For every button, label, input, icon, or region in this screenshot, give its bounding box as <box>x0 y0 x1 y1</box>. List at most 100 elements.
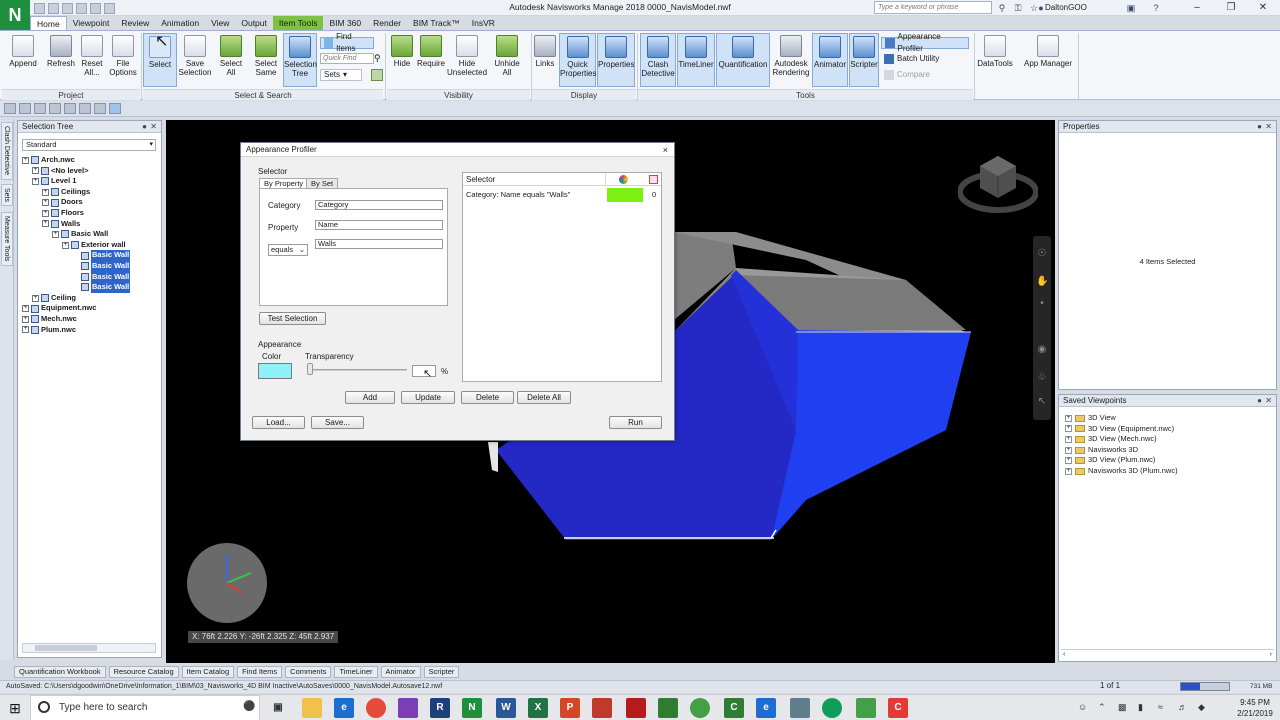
tree-item[interactable]: + Mech.nwc <box>22 314 158 325</box>
autodesk-rendering-button[interactable]: Autodesk Rendering <box>772 33 810 87</box>
animator-button[interactable]: Animator <box>812 33 848 87</box>
chrome-icon[interactable] <box>366 698 386 718</box>
people-icon[interactable]: ☺ <box>1078 702 1087 712</box>
manage-sets-icon[interactable] <box>371 69 383 81</box>
append-button[interactable]: Append <box>6 33 40 87</box>
file-options-button[interactable]: File Options <box>106 33 140 87</box>
expand-icon[interactable]: + <box>22 305 29 313</box>
tab-render[interactable]: Render <box>367 16 407 30</box>
minimize-button[interactable]: – <box>1180 0 1214 16</box>
expand-icon[interactable]: + <box>42 209 49 217</box>
test-selection-button[interactable]: Test Selection <box>259 312 326 325</box>
close-icon[interactable]: ✕ <box>1265 395 1272 407</box>
tree-item[interactable]: + Exterior wall <box>22 240 158 251</box>
save-button[interactable]: Save... <box>311 416 364 429</box>
transparency-slider[interactable] <box>307 369 407 371</box>
category-field[interactable]: Category <box>315 200 443 210</box>
app-icon[interactable] <box>790 698 810 718</box>
timeliner-button[interactable]: TimeLiner <box>677 33 715 87</box>
hangouts-icon[interactable] <box>822 698 842 718</box>
taskbar-search-input[interactable]: Type here to search <box>30 695 260 720</box>
scroll-right-icon[interactable]: › <box>1270 650 1272 659</box>
side-tab-clash-detective[interactable]: Clash Detective <box>1 122 13 180</box>
reset-all-button[interactable]: Reset All... <box>78 33 106 87</box>
tab-timeliner[interactable]: TimeLiner <box>334 666 378 678</box>
pan-hand-icon[interactable]: ✋ <box>1036 276 1048 288</box>
app-icon[interactable] <box>658 698 678 718</box>
scroll-left-icon[interactable]: ‹ <box>1063 650 1065 659</box>
undo-icon[interactable] <box>90 2 101 14</box>
wifi-icon[interactable]: ≈ <box>1158 702 1163 712</box>
viewpoint-item[interactable]: +3D View (Mech.nwc) <box>1065 434 1265 445</box>
update-button[interactable]: Update <box>401 391 455 404</box>
expand-icon[interactable]: + <box>1065 414 1072 422</box>
network-icon[interactable]: ▩ <box>1118 702 1127 713</box>
key-icon[interactable]: ⚿ <box>1012 2 1024 14</box>
expand-icon[interactable]: + <box>42 199 49 207</box>
pin-icon[interactable]: ● <box>142 121 147 133</box>
file-explorer-icon[interactable] <box>302 698 322 718</box>
tree-item[interactable]: + Equipment.nwc <box>22 303 158 314</box>
expand-icon[interactable]: + <box>32 167 39 175</box>
acrobat-icon[interactable] <box>626 698 646 718</box>
tree-item[interactable]: + Floors <box>22 208 158 219</box>
expand-icon[interactable]: + <box>1065 425 1072 433</box>
expand-icon[interactable]: + <box>42 188 49 196</box>
task-view-icon[interactable]: ▣ <box>268 698 288 718</box>
expand-icon[interactable]: + <box>62 241 69 249</box>
expand-icon[interactable]: + <box>22 156 29 164</box>
find-items-button[interactable]: Find Items <box>320 32 374 53</box>
microphone-icon[interactable]: ⚫ <box>243 701 255 712</box>
tab-bim-track[interactable]: BIM Track™ <box>407 16 466 30</box>
excel-icon[interactable]: X <box>528 698 548 718</box>
side-tab-measure-tools[interactable]: Measure Tools <box>1 212 13 266</box>
system-clock[interactable]: 9:45 PM 2/21/2019 <box>1232 697 1278 719</box>
print-icon[interactable] <box>49 103 61 114</box>
quantification-button[interactable]: Quantification <box>716 33 770 87</box>
help-search-input[interactable]: Type a keyword or phrase <box>874 1 992 14</box>
expand-icon[interactable]: + <box>42 220 49 228</box>
edge-icon[interactable]: e <box>334 698 354 718</box>
horizontal-scrollbar[interactable] <box>22 643 156 653</box>
property-field[interactable]: Name <box>315 220 443 230</box>
appearance-profiler-button[interactable]: Appearance Profiler <box>881 32 969 53</box>
app-logo[interactable]: N <box>0 0 30 30</box>
orbit-icon[interactable]: ◉ <box>1036 344 1048 356</box>
redo-icon[interactable] <box>104 2 115 14</box>
horizontal-scrollbar[interactable]: ‹ › <box>1061 649 1274 659</box>
new-icon[interactable] <box>4 103 16 114</box>
tab-quantification-workbook[interactable]: Quantification Workbook <box>14 666 106 678</box>
links-button[interactable]: Links <box>533 33 557 87</box>
open-file-icon[interactable] <box>48 2 59 14</box>
tree-item[interactable]: Basic Wall <box>22 271 158 283</box>
navisworks-icon[interactable]: N <box>462 698 482 718</box>
compare-button[interactable]: Compare <box>881 69 969 81</box>
operator-dropdown[interactable]: equals ⌄ <box>268 244 308 256</box>
expand-icon[interactable]: + <box>22 315 29 323</box>
selection-tree-button[interactable]: Selection Tree <box>283 33 317 87</box>
tree-item[interactable]: + Ceiling <box>22 293 158 304</box>
viewpoint-item[interactable]: +3D View <box>1065 413 1265 424</box>
windows-start-icon[interactable]: ⊞ <box>0 695 30 720</box>
word-icon[interactable]: W <box>496 698 516 718</box>
app-manager-button[interactable]: App Manager <box>1020 33 1076 87</box>
tab-find-items[interactable]: Find Items <box>237 666 283 678</box>
tab-review[interactable]: Review <box>115 16 155 30</box>
tab-insvr[interactable]: InsVR <box>466 16 501 30</box>
tab-resource-catalog[interactable]: Resource Catalog <box>108 666 179 678</box>
maximize-button[interactable]: ❐ <box>1214 0 1248 16</box>
group-project-label[interactable]: Project <box>2 89 140 100</box>
viewcube[interactable] <box>958 150 1038 220</box>
revit-icon[interactable]: R <box>430 698 450 718</box>
transparency-slider-thumb[interactable] <box>307 363 313 375</box>
close-icon[interactable]: ✕ <box>1265 121 1272 133</box>
viewpoint-item[interactable]: +3D View (Plum.nwc) <box>1065 455 1265 466</box>
tree-item[interactable]: Basic Wall <box>22 250 158 261</box>
expand-icon[interactable]: + <box>32 294 39 302</box>
expand-icon[interactable]: + <box>22 326 29 334</box>
expand-icon[interactable]: + <box>1065 446 1072 454</box>
search-icon[interactable]: ⚲ <box>996 2 1008 14</box>
sets-dropdown[interactable]: Sets ▾ <box>320 69 362 81</box>
tab-output[interactable]: Output <box>235 16 273 30</box>
zoom-icon[interactable]: • <box>1036 298 1048 310</box>
